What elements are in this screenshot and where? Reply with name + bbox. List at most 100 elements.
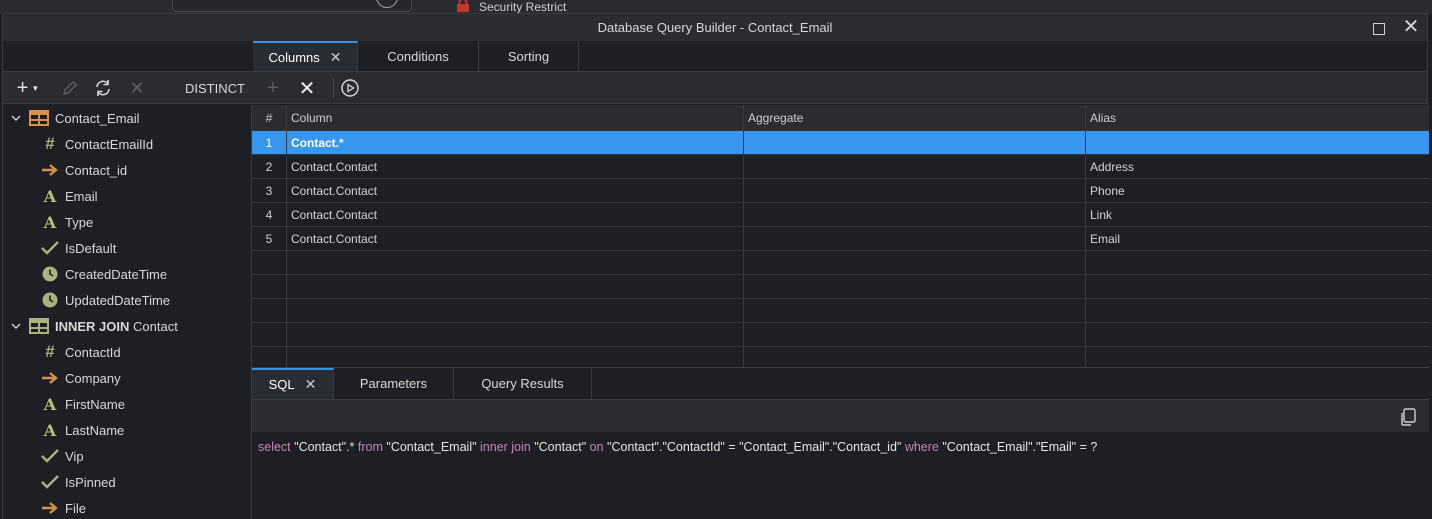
tab-conditions[interactable]: Conditions [358, 41, 479, 71]
add-dropdown-button[interactable]: + ▼ [13, 76, 43, 100]
play-circle-icon [341, 79, 359, 97]
field-name: Vip [65, 448, 84, 464]
tab-columns[interactable]: Columns ✕ [253, 41, 358, 71]
field-name: UpdatedDateTime [65, 292, 171, 308]
field-name: Company [65, 370, 121, 386]
hash-icon: # [45, 342, 55, 361]
distinct-button[interactable]: DISTINCT [183, 76, 247, 100]
sql-keyword: on [589, 440, 604, 454]
alias-cell[interactable]: Link [1086, 203, 1429, 226]
tree-field[interactable]: A LastName [3, 417, 251, 443]
header-alias[interactable]: Alias [1086, 105, 1429, 130]
tree-field[interactable]: UpdatedDateTime [3, 287, 251, 313]
text-type-icon: A [43, 394, 57, 414]
chevron-down-icon: ▼ [31, 83, 40, 93]
aggregate-cell[interactable] [744, 155, 1086, 178]
query-builder-dialog: Database Query Builder - Contact_Email ✕… [2, 13, 1429, 519]
tree-field[interactable]: # ContactEmailId [3, 131, 251, 157]
edit-button[interactable] [59, 76, 81, 100]
tree-field[interactable]: A Email [3, 183, 251, 209]
row-number: 4 [252, 203, 287, 226]
close-icon[interactable]: ✕ [305, 376, 317, 393]
sql-editor[interactable]: select "Contact".* from "Contact_Email" … [252, 432, 1429, 519]
table-row[interactable]: 3 Contact.Contact Phone [252, 179, 1429, 203]
title-bar: Database Query Builder - Contact_Email ✕ [3, 14, 1427, 41]
tree-field[interactable]: IsPinned [3, 469, 251, 495]
tree-node-contact[interactable]: INNER JOIN Contact [3, 313, 251, 339]
sql-text: "Contact" [530, 440, 590, 454]
arrow-right-icon [41, 161, 59, 179]
text-type-icon: A [43, 186, 57, 206]
aggregate-cell[interactable] [744, 179, 1086, 202]
columns-grid: # Column Aggregate Alias 1 Contact.* 2 C… [252, 105, 1429, 367]
table-row[interactable]: 1 Contact.* [252, 131, 1429, 155]
hash-icon: # [45, 134, 55, 153]
sql-text: "Contact"."ContactId" = "Contact_Email".… [603, 440, 905, 454]
column-cell[interactable]: Contact.Contact [287, 203, 744, 226]
chevron-down-icon[interactable] [9, 319, 23, 333]
tab-sorting[interactable]: Sorting [479, 41, 579, 71]
empty-row[interactable] [252, 275, 1429, 299]
aggregate-cell[interactable] [744, 131, 1086, 154]
table-icon [29, 318, 49, 334]
tab-columns-label: Columns [268, 49, 320, 65]
tree-field[interactable]: Company [3, 365, 251, 391]
maximize-button[interactable] [1367, 17, 1389, 39]
tree-field[interactable]: A FirstName [3, 391, 251, 417]
tab-sql-label: SQL [268, 377, 295, 392]
empty-row[interactable] [252, 299, 1429, 323]
alias-cell[interactable]: Email [1086, 227, 1429, 250]
refresh-icon [96, 80, 110, 96]
tab-parameters[interactable]: Parameters [334, 368, 454, 399]
alias-cell[interactable] [1086, 131, 1429, 154]
table-icon [29, 110, 49, 126]
column-cell[interactable]: Contact.Contact [287, 227, 744, 250]
tree-field[interactable]: Vip [3, 443, 251, 469]
tab-sql[interactable]: SQL ✕ [252, 368, 334, 399]
aggregate-cell[interactable] [744, 227, 1086, 250]
close-button[interactable]: ✕ [1400, 17, 1422, 39]
tree-field[interactable]: CreatedDateTime [3, 261, 251, 287]
refresh-button[interactable] [91, 76, 115, 100]
tree-field[interactable]: IsDefault [3, 235, 251, 261]
run-query-button[interactable] [338, 76, 362, 100]
add-column-button[interactable]: + [262, 76, 284, 100]
header-column[interactable]: Column [287, 105, 744, 130]
field-name: ContactEmailId [65, 136, 154, 152]
aggregate-cell[interactable] [744, 203, 1086, 226]
copy-icon [1401, 408, 1416, 426]
clear-button[interactable]: ✕ [296, 76, 318, 100]
chevron-down-icon[interactable] [9, 111, 23, 125]
row-number: 5 [252, 227, 287, 250]
table-row[interactable]: 4 Contact.Contact Link [252, 203, 1429, 227]
header-aggregate[interactable]: Aggregate [744, 105, 1086, 130]
tree-field[interactable]: # ContactId [3, 339, 251, 365]
column-cell[interactable]: Contact.* [287, 131, 744, 154]
table-row[interactable]: 5 Contact.Contact Email [252, 227, 1429, 251]
clock-icon [41, 291, 59, 309]
table-name: Contact_Email [55, 110, 140, 126]
tree-field[interactable]: File [3, 495, 251, 519]
tree-node-contact-email[interactable]: Contact_Email [3, 105, 251, 131]
table-row[interactable]: 2 Contact.Contact Address [252, 155, 1429, 179]
empty-row[interactable] [252, 251, 1429, 275]
copy-button[interactable] [1398, 407, 1418, 427]
alias-cell[interactable]: Phone [1086, 179, 1429, 202]
top-tab-bar: Columns ✕ Conditions Sorting [253, 41, 579, 71]
empty-row[interactable] [252, 347, 1429, 367]
delete-button[interactable]: ✕ [127, 76, 147, 100]
arrow-right-icon [41, 499, 59, 517]
tab-query-results-label: Query Results [481, 376, 564, 391]
alias-cell[interactable]: Address [1086, 155, 1429, 178]
column-cell[interactable]: Contact.Contact [287, 179, 744, 202]
column-cell[interactable]: Contact.Contact [287, 155, 744, 178]
field-name: IsPinned [65, 474, 116, 490]
tree-field[interactable]: Contact_id [3, 157, 251, 183]
schema-tree: Contact_Email # ContactEmailId Contact_i… [3, 105, 252, 519]
close-icon[interactable]: ✕ [330, 49, 342, 66]
tree-field[interactable]: A Type [3, 209, 251, 235]
field-name: CreatedDateTime [65, 266, 168, 282]
tab-query-results[interactable]: Query Results [454, 368, 592, 399]
join-type-label: INNER JOIN [55, 318, 130, 334]
empty-row[interactable] [252, 323, 1429, 347]
